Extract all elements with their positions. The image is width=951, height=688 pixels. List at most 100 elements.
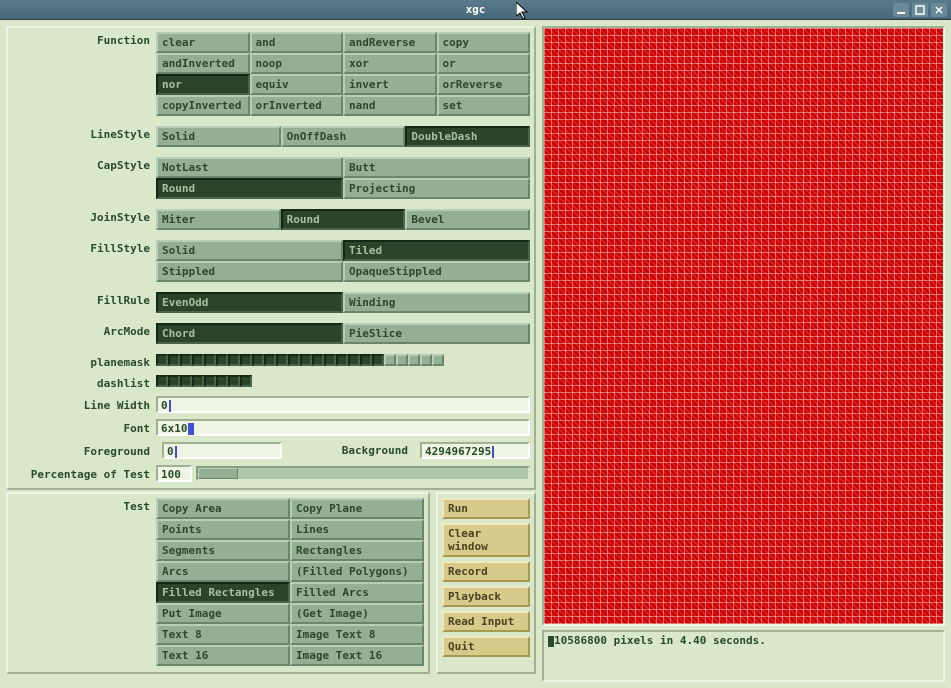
- function-option[interactable]: and: [250, 32, 344, 53]
- bit-toggle[interactable]: [168, 354, 180, 366]
- bit-toggle[interactable]: [228, 354, 240, 366]
- bit-toggle[interactable]: [420, 354, 432, 366]
- capStyle-option[interactable]: Butt: [343, 157, 530, 178]
- label-capstyle: CapStyle: [12, 157, 156, 172]
- test-option[interactable]: Rectangles: [290, 540, 424, 561]
- bit-toggle[interactable]: [324, 354, 336, 366]
- test-option[interactable]: Points: [156, 519, 290, 540]
- bit-toggle[interactable]: [336, 354, 348, 366]
- test-option[interactable]: Image Text 8: [290, 624, 424, 645]
- fillStyle-option[interactable]: Tiled: [343, 240, 530, 261]
- bit-toggle[interactable]: [300, 354, 312, 366]
- fillStyle-option[interactable]: OpaqueStippled: [343, 261, 530, 282]
- fillStyle-option[interactable]: Stippled: [156, 261, 343, 282]
- bit-toggle[interactable]: [228, 375, 240, 387]
- foreground-input[interactable]: 0: [162, 442, 282, 459]
- function-option[interactable]: noop: [250, 53, 344, 74]
- pct-input[interactable]: 100: [156, 465, 192, 482]
- test-option[interactable]: Filled Arcs: [290, 582, 424, 603]
- bit-toggle[interactable]: [432, 354, 444, 366]
- lineStyle-option[interactable]: Solid: [156, 126, 281, 147]
- bit-toggle[interactable]: [156, 354, 168, 366]
- function-option[interactable]: nor: [156, 74, 250, 95]
- capStyle-option[interactable]: Projecting: [343, 178, 530, 199]
- bit-toggle[interactable]: [348, 354, 360, 366]
- function-option[interactable]: xor: [343, 53, 437, 74]
- capStyle-option[interactable]: NotLast: [156, 157, 343, 178]
- bit-toggle[interactable]: [192, 375, 204, 387]
- bit-toggle[interactable]: [288, 354, 300, 366]
- test-option[interactable]: Lines: [290, 519, 424, 540]
- cmd-clear-window[interactable]: Clear window: [442, 523, 530, 557]
- cmd-quit[interactable]: Quit: [442, 636, 530, 657]
- bit-toggle[interactable]: [276, 354, 288, 366]
- bit-toggle[interactable]: [384, 354, 396, 366]
- test-option[interactable]: Text 8: [156, 624, 290, 645]
- font-input[interactable]: 6x10: [156, 419, 530, 436]
- bit-toggle[interactable]: [240, 354, 252, 366]
- bit-toggle[interactable]: [396, 354, 408, 366]
- cmd-playback[interactable]: Playback: [442, 586, 530, 607]
- function-option[interactable]: andReverse: [343, 32, 437, 53]
- rendered-pattern: [544, 28, 943, 624]
- bit-toggle[interactable]: [180, 354, 192, 366]
- bit-toggle[interactable]: [372, 354, 384, 366]
- cmd-read-input[interactable]: Read Input: [442, 611, 530, 632]
- function-option[interactable]: or: [437, 53, 531, 74]
- background-input[interactable]: 4294967295: [420, 442, 530, 459]
- joinStyle-option[interactable]: Bevel: [405, 209, 530, 230]
- arcMode-option[interactable]: Chord: [156, 323, 343, 344]
- function-option[interactable]: clear: [156, 32, 250, 53]
- test-option[interactable]: Copy Area: [156, 498, 290, 519]
- function-option[interactable]: set: [437, 95, 531, 116]
- fillStyle-option[interactable]: Solid: [156, 240, 343, 261]
- pct-scrollbar[interactable]: [196, 466, 530, 481]
- test-option[interactable]: Filled Rectangles: [156, 582, 290, 603]
- bit-toggle[interactable]: [168, 375, 180, 387]
- fillRule-option[interactable]: Winding: [343, 292, 530, 313]
- test-group: Copy AreaCopy PlanePointsLinesSegmentsRe…: [156, 498, 424, 666]
- function-option[interactable]: copy: [437, 32, 531, 53]
- function-option[interactable]: nand: [343, 95, 437, 116]
- capStyle-option[interactable]: Round: [156, 178, 343, 199]
- cmd-record[interactable]: Record: [442, 561, 530, 582]
- bit-toggle[interactable]: [216, 354, 228, 366]
- linewidth-input[interactable]: 0: [156, 396, 530, 413]
- lineStyle-option[interactable]: DoubleDash: [405, 126, 530, 147]
- test-option[interactable]: Copy Plane: [290, 498, 424, 519]
- bit-toggle[interactable]: [216, 375, 228, 387]
- test-option[interactable]: Segments: [156, 540, 290, 561]
- test-option[interactable]: (Filled Polygons): [290, 561, 424, 582]
- test-option[interactable]: Arcs: [156, 561, 290, 582]
- bit-toggle[interactable]: [204, 354, 216, 366]
- function-option[interactable]: copyInverted: [156, 95, 250, 116]
- test-option[interactable]: (Get Image): [290, 603, 424, 624]
- bit-toggle[interactable]: [204, 375, 216, 387]
- bit-toggle[interactable]: [240, 375, 252, 387]
- arcMode-option[interactable]: PieSlice: [343, 323, 530, 344]
- bit-toggle[interactable]: [264, 354, 276, 366]
- function-option[interactable]: orReverse: [437, 74, 531, 95]
- function-option[interactable]: equiv: [250, 74, 344, 95]
- function-option[interactable]: orInverted: [250, 95, 344, 116]
- fillRule-option[interactable]: EvenOdd: [156, 292, 343, 313]
- joinStyle-option[interactable]: Round: [281, 209, 406, 230]
- lineStyle-option[interactable]: OnOffDash: [281, 126, 406, 147]
- minimize-button[interactable]: [893, 3, 909, 17]
- maximize-button[interactable]: [912, 3, 928, 17]
- test-option[interactable]: Image Text 16: [290, 645, 424, 666]
- test-option[interactable]: Text 16: [156, 645, 290, 666]
- bit-toggle[interactable]: [192, 354, 204, 366]
- cmd-run[interactable]: Run: [442, 498, 530, 519]
- joinStyle-option[interactable]: Miter: [156, 209, 281, 230]
- bit-toggle[interactable]: [408, 354, 420, 366]
- bit-toggle[interactable]: [360, 354, 372, 366]
- test-option[interactable]: Put Image: [156, 603, 290, 624]
- bit-toggle[interactable]: [252, 354, 264, 366]
- function-option[interactable]: andInverted: [156, 53, 250, 74]
- bit-toggle[interactable]: [156, 375, 168, 387]
- bit-toggle[interactable]: [180, 375, 192, 387]
- bit-toggle[interactable]: [312, 354, 324, 366]
- function-option[interactable]: invert: [343, 74, 437, 95]
- close-button[interactable]: [931, 3, 947, 17]
